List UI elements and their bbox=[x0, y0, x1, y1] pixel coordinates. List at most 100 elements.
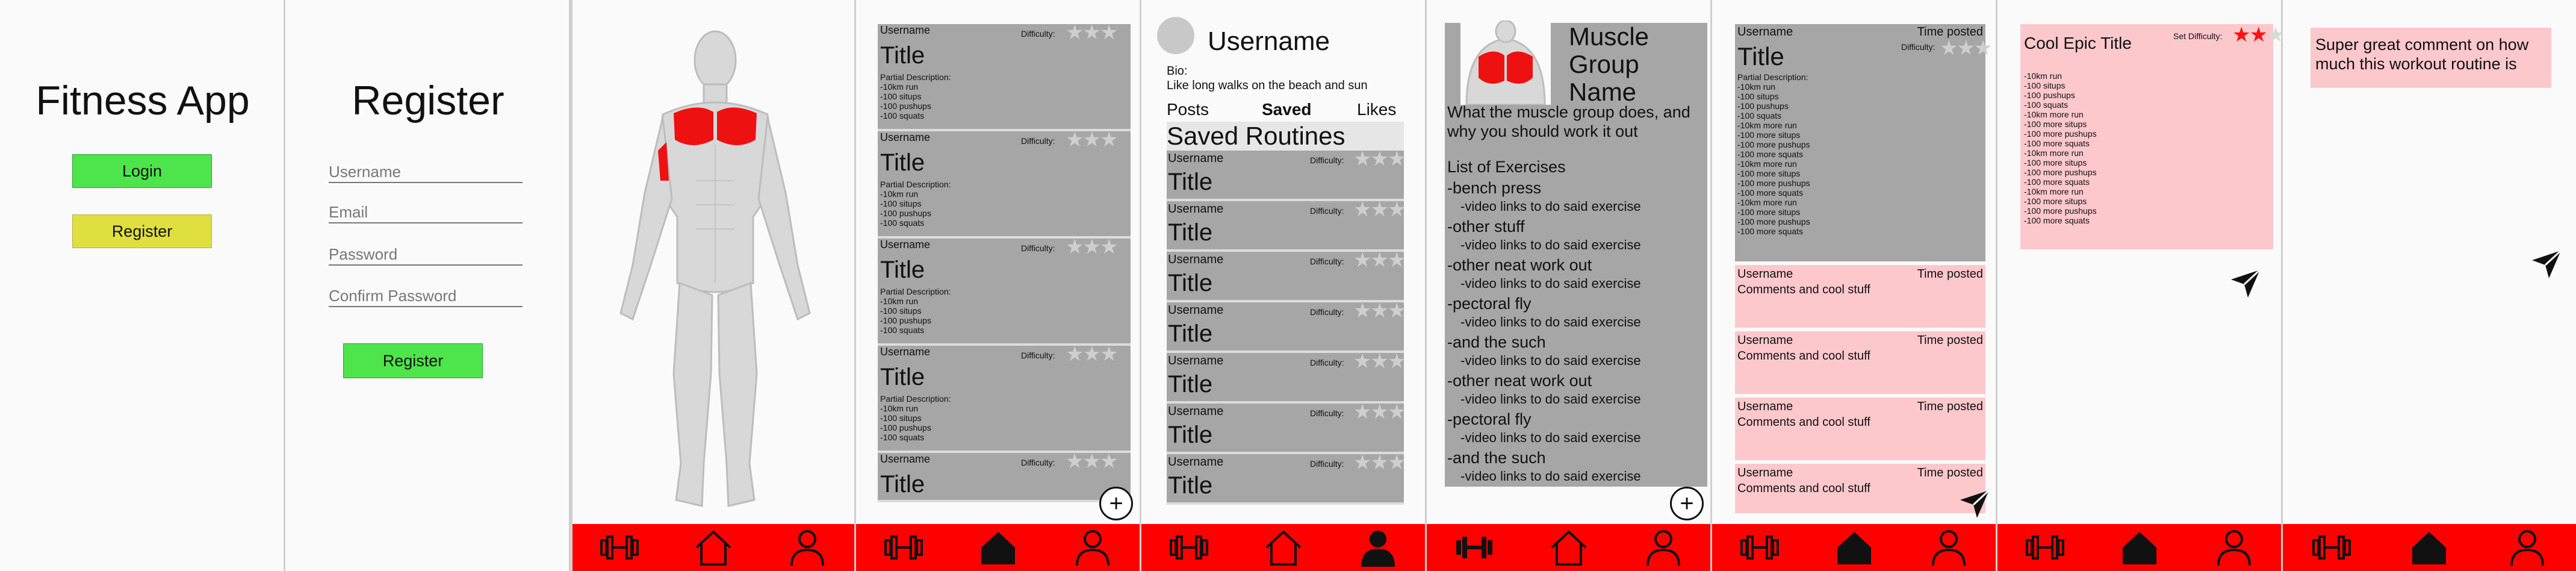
confirm-password-field[interactable]: Confirm Password bbox=[329, 287, 523, 307]
nav-workouts[interactable] bbox=[2304, 526, 2359, 569]
routine-card[interactable]: Username Difficulty: ★★★ Title Partial D… bbox=[878, 21, 1131, 131]
comment-card[interactable]: Username Time posted Comments and cool s… bbox=[1735, 331, 1985, 394]
routine-line: -10km more run bbox=[2024, 187, 2084, 196]
exercise-item[interactable]: -other stuff -video links to do said exe… bbox=[1447, 217, 1706, 255]
routine-title-input[interactable]: Cool Epic Title bbox=[2024, 34, 2132, 53]
saved-routine-card[interactable]: Username Difficulty: ★★★ Title bbox=[1167, 249, 1406, 302]
routine-card[interactable]: Username Difficulty: ★★★ Title bbox=[878, 450, 1131, 502]
nav-profile[interactable] bbox=[1922, 526, 1976, 569]
nav-home[interactable] bbox=[2402, 526, 2456, 569]
exercise-item[interactable]: -bench press -video links to do said exe… bbox=[1447, 178, 1706, 217]
nav-home[interactable] bbox=[1827, 526, 1881, 569]
nav-profile[interactable] bbox=[780, 526, 834, 569]
card-title: Title bbox=[1168, 270, 1213, 296]
nav-home[interactable] bbox=[971, 526, 1025, 569]
exercise-name: -other neat work out bbox=[1447, 372, 1592, 390]
exercise-item[interactable]: -and the such -video links to do said ex… bbox=[1447, 448, 1706, 487]
saved-routine-card[interactable]: Username Difficulty: ★★★ Title bbox=[1167, 299, 1406, 353]
routine-line: -100 squats bbox=[2024, 100, 2069, 110]
register-submit-button[interactable]: Register bbox=[343, 343, 483, 378]
card-username: Username bbox=[880, 346, 931, 358]
add-routine-button[interactable]: + bbox=[1099, 487, 1133, 520]
nav-profile[interactable] bbox=[2500, 526, 2554, 569]
exercise-item[interactable]: -pectoral fly -video links to do said ex… bbox=[1447, 294, 1706, 332]
send-icon[interactable] bbox=[2230, 267, 2261, 299]
nav-home[interactable] bbox=[2112, 526, 2167, 569]
routine-lines[interactable]: -10km run -100 situps -100 pushups -100 … bbox=[2024, 71, 2097, 225]
comment-text: Comments and cool stuff bbox=[1737, 349, 1870, 363]
saved-routine-card[interactable]: Username Difficulty: ★★★ Title bbox=[1167, 350, 1406, 404]
comment-card[interactable]: Username Time posted Comments and cool s… bbox=[1735, 464, 1985, 513]
star-icon[interactable]: ★ bbox=[2249, 23, 2268, 46]
comment-card[interactable]: Username Time posted Comments and cool s… bbox=[1735, 265, 1985, 328]
saved-routine-card[interactable]: Username Difficulty: ★★★ Title bbox=[1167, 401, 1406, 454]
login-button[interactable]: Login bbox=[72, 154, 212, 188]
exercise-item[interactable]: -other neat work out -video links to do … bbox=[1447, 255, 1706, 294]
comment-card[interactable]: Username Time posted Comments and cool s… bbox=[1735, 398, 1985, 460]
body-diagram[interactable] bbox=[573, 0, 856, 524]
saved-routine-card[interactable]: Username Difficulty: ★★★ Title bbox=[1167, 148, 1406, 201]
send-icon[interactable] bbox=[2531, 248, 2562, 279]
avatar bbox=[1157, 17, 1194, 54]
nav-home[interactable] bbox=[1542, 526, 1596, 569]
difficulty-stars: ★★★ bbox=[1353, 451, 1406, 474]
card-title: Title bbox=[880, 471, 925, 498]
detail-line: -10km more run bbox=[1737, 198, 1797, 207]
detail-line: -100 more situps bbox=[1737, 130, 1801, 140]
email-field[interactable]: Email bbox=[329, 203, 523, 223]
nav-workouts[interactable] bbox=[1447, 526, 1501, 569]
nav-workouts[interactable] bbox=[2018, 526, 2072, 569]
nav-workouts[interactable] bbox=[1162, 526, 1216, 569]
card-username: Username bbox=[880, 239, 931, 251]
register-button[interactable]: Register bbox=[72, 214, 212, 248]
routine-card[interactable]: Username Difficulty: ★★★ Title Partial D… bbox=[878, 128, 1131, 239]
create-routine-card[interactable]: Cool Epic Title Set Difficulty: ★★★ -10k… bbox=[2020, 23, 2281, 249]
left-pec-muscle bbox=[674, 107, 713, 145]
tab-posts[interactable]: Posts bbox=[1167, 100, 1209, 119]
exercise-video-link[interactable]: -video links to do said exercise bbox=[1447, 198, 1706, 216]
routine-line: -100 more pushups bbox=[2024, 129, 2097, 139]
exercise-video-link[interactable]: -video links to do said exercise bbox=[1447, 467, 1706, 485]
difficulty-selector[interactable]: ★★★ bbox=[2232, 23, 2281, 47]
nav-profile[interactable] bbox=[2207, 526, 2261, 569]
exercise-name: -bench press bbox=[1447, 179, 1542, 197]
exercise-video-link[interactable]: -video links to do said exercise bbox=[1447, 313, 1706, 331]
card-username: Username bbox=[1168, 354, 1224, 367]
send-icon[interactable] bbox=[1959, 488, 1990, 519]
nav-profile[interactable] bbox=[1636, 526, 1690, 569]
detail-difficulty: Difficulty: bbox=[1901, 42, 1935, 52]
star-icon[interactable]: ★ bbox=[2267, 23, 2281, 46]
nav-workouts[interactable] bbox=[877, 526, 931, 569]
exercise-item[interactable]: -other neat work out -video links to do … bbox=[1447, 371, 1706, 410]
nav-profile[interactable] bbox=[1066, 526, 1120, 569]
nav-workouts[interactable] bbox=[592, 526, 647, 569]
comment-input[interactable]: Super great comment on how much this wor… bbox=[2311, 28, 2551, 88]
tab-likes[interactable]: Likes bbox=[1357, 100, 1396, 119]
detail-username: Username bbox=[1737, 25, 1793, 39]
password-field[interactable]: Password bbox=[329, 245, 523, 266]
difficulty-stars: ★★★ bbox=[1940, 37, 1992, 60]
username-field[interactable]: Username bbox=[329, 163, 523, 183]
nav-home[interactable] bbox=[686, 526, 740, 569]
exercise-video-link[interactable]: -video links to do said exercise bbox=[1447, 275, 1706, 293]
routine-card[interactable]: Username Difficulty: ★★★ Title Partial D… bbox=[878, 236, 1131, 346]
bottom-nav bbox=[1712, 524, 1996, 571]
nav-home[interactable] bbox=[1256, 526, 1311, 569]
routine-line: -100 more squats bbox=[2024, 139, 2090, 148]
exercise-video-link[interactable]: -video links to do said exercise bbox=[1447, 236, 1706, 254]
exercise-item[interactable]: -and the such -video links to do said ex… bbox=[1447, 332, 1706, 371]
nav-profile[interactable] bbox=[1351, 526, 1405, 569]
card-line: -10km run bbox=[880, 296, 919, 306]
routine-card[interactable]: Username Difficulty: ★★★ Title Partial D… bbox=[878, 343, 1131, 453]
tab-saved[interactable]: Saved bbox=[1262, 100, 1312, 119]
exercise-video-link[interactable]: -video links to do said exercise bbox=[1447, 390, 1706, 408]
nav-workouts[interactable] bbox=[1733, 526, 1787, 569]
exercise-video-link[interactable]: -video links to do said exercise bbox=[1447, 429, 1706, 447]
add-exercise-button[interactable]: + bbox=[1670, 487, 1704, 520]
star-icon[interactable]: ★ bbox=[2232, 23, 2251, 46]
saved-routine-card[interactable]: Username Difficulty: ★★★ Title bbox=[1167, 451, 1406, 505]
exercise-video-link[interactable]: -video links to do said exercise bbox=[1447, 352, 1706, 370]
exercise-item[interactable]: -pectoral fly -video links to do said ex… bbox=[1447, 410, 1706, 448]
saved-routine-card[interactable]: Username Difficulty: ★★★ Title bbox=[1167, 198, 1406, 252]
difficulty-stars: ★★★ bbox=[1353, 299, 1406, 322]
